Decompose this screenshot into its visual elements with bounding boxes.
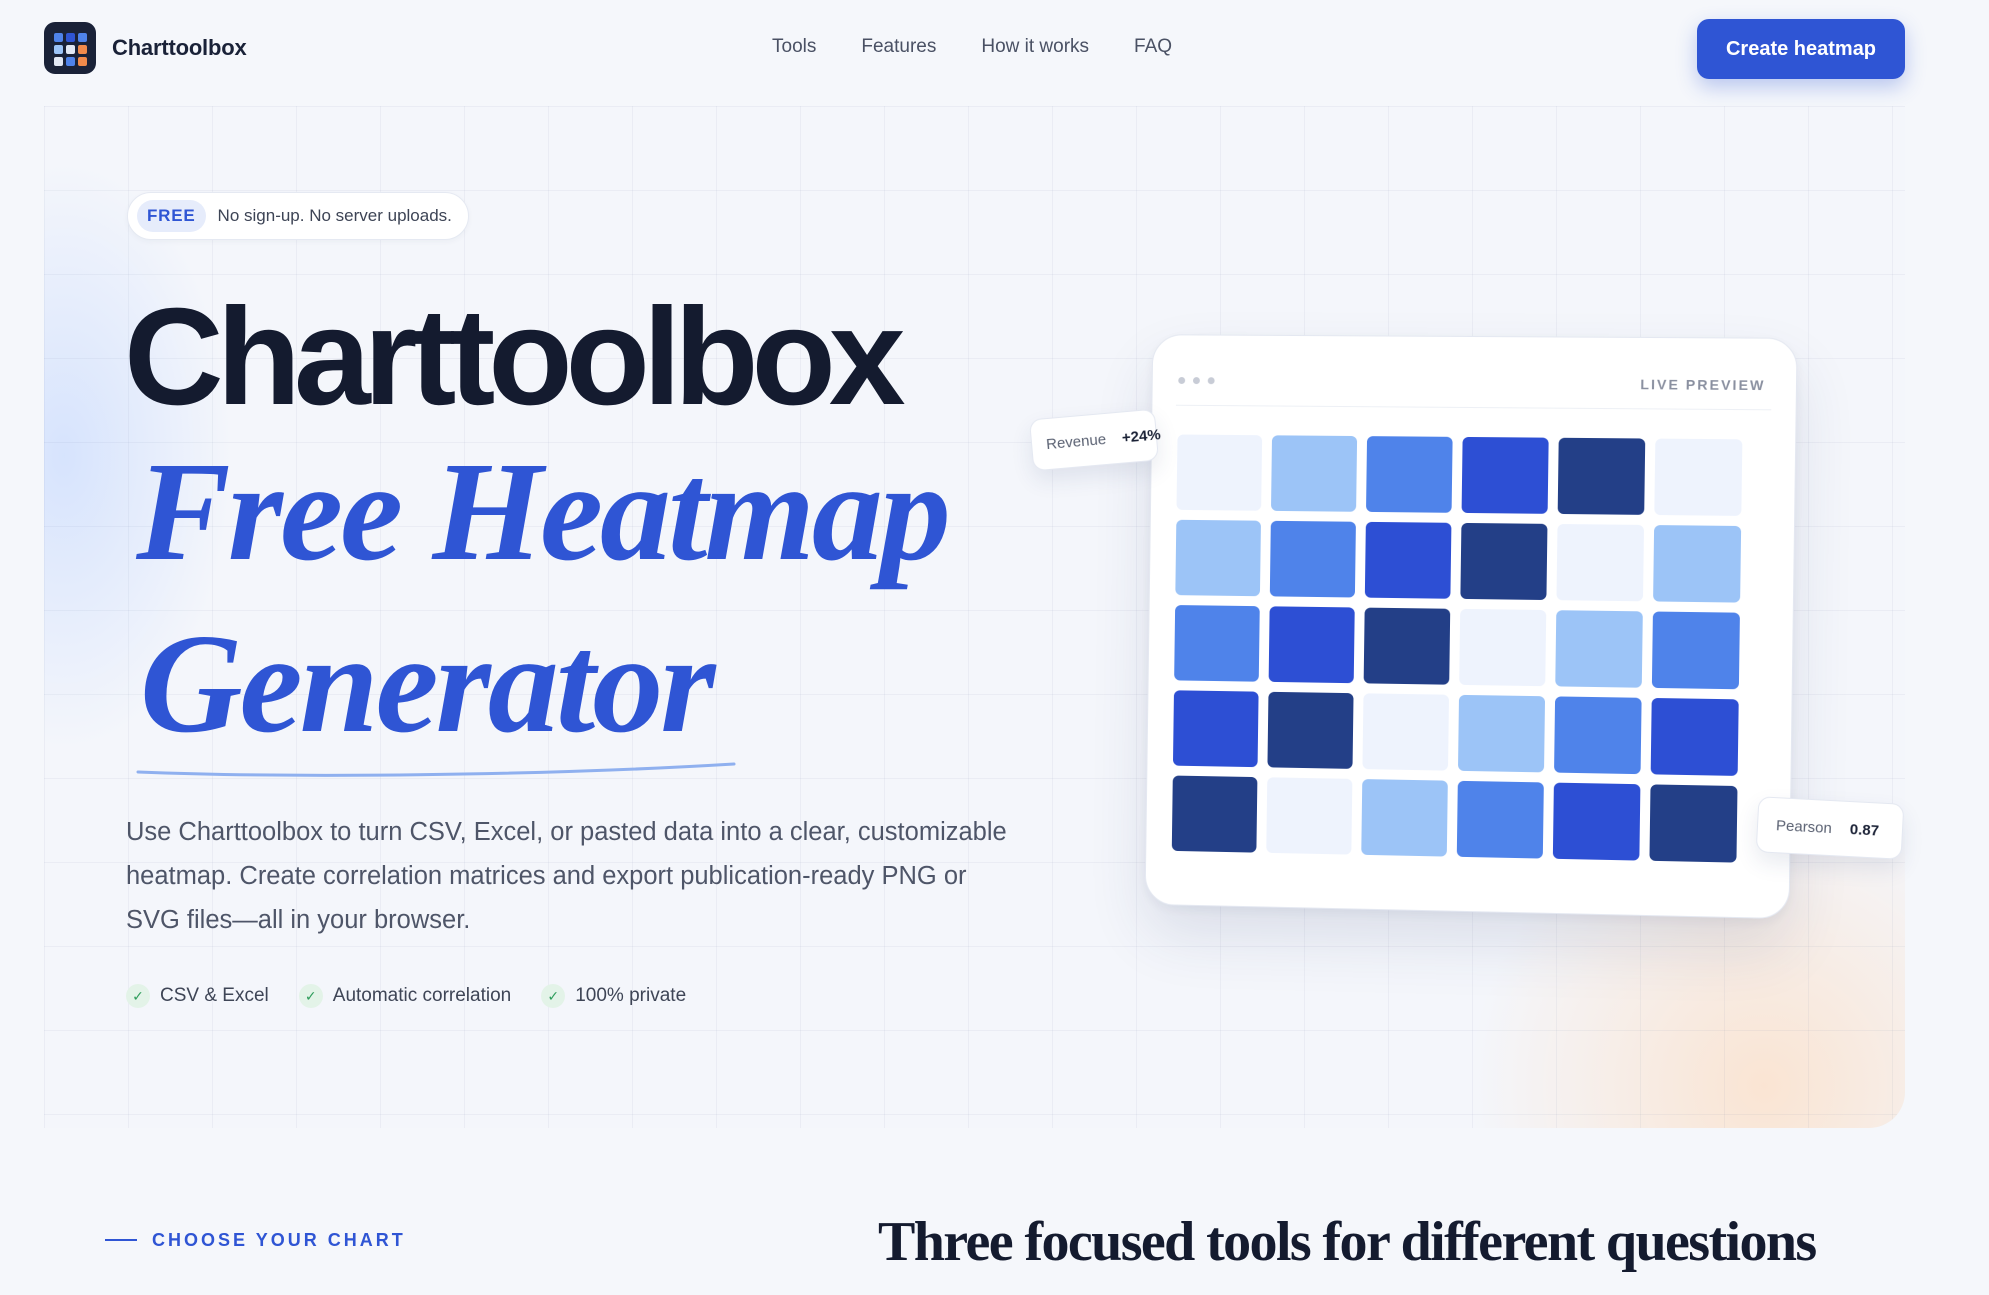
feature-item: ✓ Automatic correlation (298, 984, 512, 1008)
title-underline (136, 762, 736, 777)
heatmap-cell (1461, 436, 1549, 514)
feature-list: ✓ CSV & Excel ✓ Automatic correlation ✓ … (126, 984, 686, 1008)
live-preview-label: LIVE PREVIEW (1640, 376, 1766, 394)
revenue-value: +24% (1121, 425, 1162, 447)
free-badge: FREE (137, 200, 206, 232)
heatmap-cell (1459, 608, 1547, 687)
hero-title: Charttoolbox (124, 280, 906, 434)
heatmap-cell (1554, 696, 1642, 775)
heatmap-cell (1556, 523, 1645, 602)
check-icon: ✓ (541, 984, 566, 1008)
pearson-value: 0.87 (1849, 820, 1880, 840)
heatmap-cell (1361, 779, 1448, 857)
heatmap-grid (1171, 434, 1743, 863)
hero-subtitle-line1: Free Heatmap (136, 432, 951, 590)
heatmap-cell (1653, 525, 1742, 603)
heatmap-cell (1650, 697, 1739, 776)
section-eyebrow: CHOOSE YOUR CHART (152, 1230, 406, 1250)
heatmap-cell (1362, 693, 1450, 771)
feature-label: Automatic correlation (332, 985, 512, 1006)
feature-item: ✓ 100% private (541, 984, 686, 1008)
heatmap-cell (1171, 775, 1258, 853)
top-nav: Charttoolbox Tools Features How it works… (0, 0, 1989, 100)
pearson-label: Pearson (1775, 816, 1833, 837)
nav-links: Tools Features How it works FAQ (772, 36, 1172, 58)
heatmap-cell (1457, 694, 1546, 773)
revenue-tag: Revenue +24% (1028, 408, 1162, 472)
heatmap-cell (1654, 438, 1743, 516)
heatmap-cell (1552, 782, 1641, 861)
hero-description: Use Charttoolbox to turn CSV, Excel, or … (126, 818, 1007, 934)
heatmap-cell (1174, 605, 1260, 682)
pearson-tag: Pearson 0.87 (1755, 796, 1905, 860)
revenue-label: Revenue (1045, 430, 1107, 453)
check-icon: ✓ (126, 984, 150, 1008)
logo-icon[interactable] (44, 22, 96, 74)
preview-card-surface: LIVE PREVIEW (1144, 334, 1798, 920)
feature-label: CSV & Excel (160, 985, 269, 1006)
heatmap-cell (1267, 691, 1354, 769)
nav-link-faq[interactable]: FAQ (1134, 36, 1172, 58)
live-preview-card: LIVE PREVIEW (1144, 334, 1798, 920)
section-title: Three focused tools for different questi… (878, 1211, 1817, 1273)
heatmap-cell (1366, 436, 1453, 513)
heatmap-cell (1555, 610, 1643, 688)
heatmap-cell (1270, 435, 1358, 512)
nav-link-how-it-works[interactable]: How it works (981, 36, 1089, 58)
heatmap-cell (1460, 522, 1548, 601)
heatmap-cell (1266, 777, 1353, 855)
hero-subtitle-line2: Generator (140, 604, 716, 762)
heatmap-cell (1176, 434, 1263, 511)
heatmap-cell (1172, 690, 1259, 768)
heatmap-cell (1268, 606, 1355, 684)
window-dots-icon (1178, 376, 1215, 385)
eyebrow-line (105, 1239, 137, 1241)
heatmap-cell (1364, 521, 1452, 599)
feature-label: 100% private (575, 985, 687, 1006)
heatmap-cell (1456, 780, 1544, 859)
feature-item: ✓ CSV & Excel (126, 984, 269, 1008)
nav-link-features[interactable]: Features (861, 36, 936, 58)
card-divider (1175, 404, 1772, 411)
check-icon: ✓ (298, 984, 323, 1008)
heatmap-cell (1651, 611, 1740, 690)
create-heatmap-button[interactable]: Create heatmap (1697, 19, 1905, 79)
free-pill: FREE No sign-up. No server uploads. (127, 192, 469, 240)
heatmap-cell (1557, 437, 1646, 515)
nav-link-tools[interactable]: Tools (772, 36, 816, 58)
heatmap-cell (1649, 784, 1738, 863)
free-pill-text: No sign-up. No server uploads. (217, 206, 452, 225)
heatmap-cell (1175, 519, 1261, 597)
heatmap-cell (1269, 520, 1356, 598)
heatmap-cell (1363, 607, 1451, 685)
brand-name[interactable]: Charttoolbox (112, 35, 247, 61)
